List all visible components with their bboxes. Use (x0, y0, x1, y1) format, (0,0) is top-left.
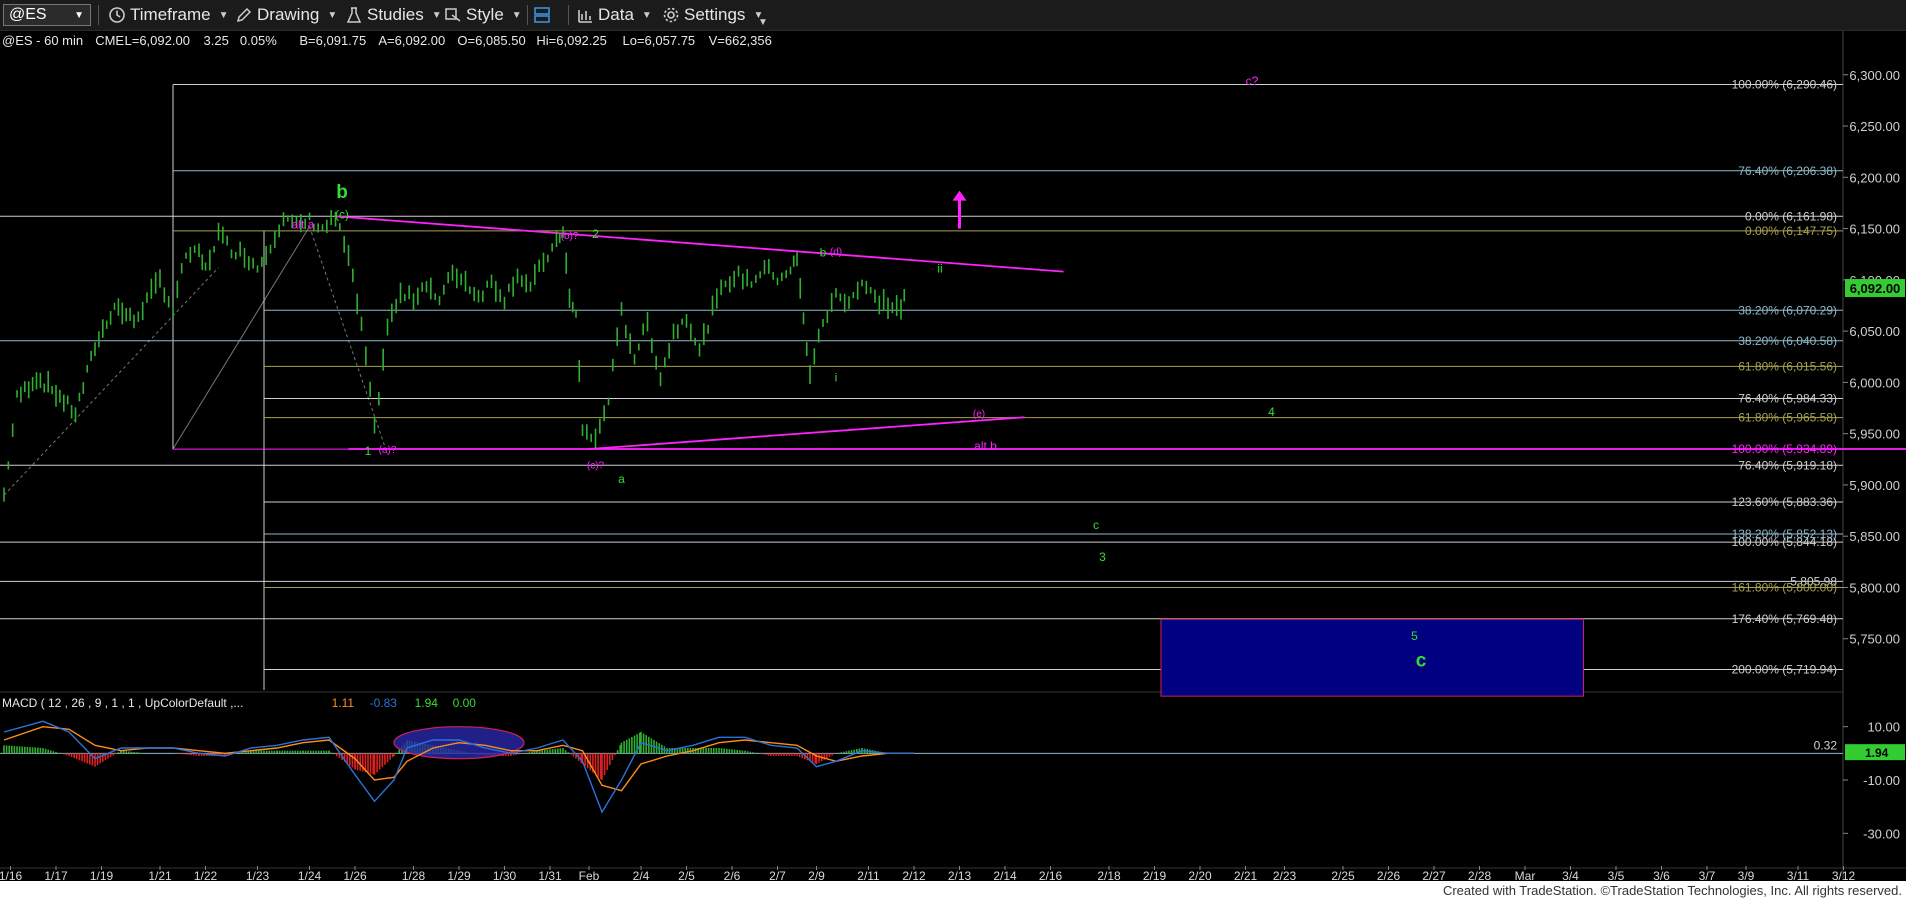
y-tick-label: 5,800.00 (1849, 580, 1900, 595)
chart-area[interactable]: @ES - 60 min CME L=6,092.00 3.25 0.05% B=6,09… (0, 0, 1906, 900)
wave-label: b (336, 182, 348, 203)
fib-level-label: 176.40% (5,769.48) (1732, 612, 1837, 626)
wave-label: (d) (830, 247, 842, 258)
wave-label: (c) (335, 207, 349, 221)
wave-label: ii (937, 262, 942, 276)
macd-readout: -0.83 (370, 696, 398, 710)
chart-header-field: B=6,091.75 (299, 33, 366, 48)
macd-ref-label: 0.32 (1814, 739, 1838, 753)
fib-level-label: 61.80% (5,965.58) (1738, 411, 1837, 425)
wave-label: (a)? (379, 445, 397, 456)
wave-label: a (618, 472, 625, 486)
y-tick-label: 6,050.00 (1849, 324, 1900, 339)
wave-label: i (835, 370, 838, 384)
copyright-text: Created with TradeStation. ©TradeStation… (1442, 883, 1902, 898)
wave-label: 1 (365, 444, 372, 458)
macd-title: MACD ( 12 , 26 , 9 , 1 , 1 , UpColorDefa… (2, 696, 243, 710)
target-box (1160, 618, 1584, 697)
wave-label: (e) (973, 409, 985, 420)
last-price-label: 6,092.00 (1850, 281, 1901, 296)
chart-header-field: 0.05% (240, 33, 277, 48)
y-tick-label: 6,250.00 (1849, 119, 1900, 134)
macd-readout: 1.11 (332, 696, 355, 710)
chart-header-field: V=662,356 (709, 33, 772, 48)
y-tick-label: 6,200.00 (1849, 170, 1900, 185)
fib-level-label: 76.40% (5,919.18) (1738, 458, 1837, 472)
fib-level-label: 161.80% (5,800.00) (1732, 580, 1837, 594)
wave-label: 5 (1411, 629, 1418, 643)
chart-header-field: Lo=6,057.75 (623, 33, 696, 48)
macd-y-tick-label: 10.00 (1867, 720, 1900, 735)
fib-level-label: 123.60% (5,883.36) (1732, 495, 1837, 509)
wave-label: 2 (592, 227, 599, 241)
macd-y-tick-label: -10.00 (1863, 773, 1900, 788)
chart-header-field: L=6,092.00 (125, 33, 190, 48)
y-tick-label: 5,750.00 (1849, 632, 1900, 647)
chart-header-field: @ES - 60 min (2, 33, 83, 48)
wave-label: alt a (292, 218, 315, 232)
fib-level-label: 61.80% (6,015.56) (1738, 359, 1837, 373)
fib-level-label: 100.00% (6,290.46) (1732, 78, 1837, 92)
fib-level-label: 76.40% (5,984.33) (1738, 391, 1837, 405)
y-tick-label: 5,850.00 (1849, 529, 1900, 544)
fib-level-label: 0.00% (6,147.75) (1745, 224, 1837, 238)
y-tick-label: 6,300.00 (1849, 68, 1900, 83)
fib-level-label: 38.20% (6,040.58) (1738, 334, 1837, 348)
wave-label: (b)? (561, 231, 579, 242)
fib-level-label: 100.00% (5,844.18) (1732, 535, 1837, 549)
macd-last-label: 1.94 (1865, 746, 1889, 760)
chart-header-field: Hi=6,092.25 (536, 33, 606, 48)
wave-label: (c)? (587, 461, 605, 472)
wave-label: 3 (1099, 550, 1106, 564)
fib-level-label: 76.40% (6,206.38) (1738, 164, 1837, 178)
fib-level-label: 38.20% (6,070.29) (1738, 303, 1837, 317)
wave-label: b (820, 245, 827, 259)
fib-level-label: 200.00% (5,719.94) (1732, 663, 1837, 677)
y-tick-label: 5,900.00 (1849, 478, 1900, 493)
y-tick-label: 5,950.00 (1849, 427, 1900, 442)
wave-label: c? (1246, 74, 1259, 88)
macd-readout: 1.94 (415, 696, 439, 710)
wave-label: c (1416, 650, 1427, 671)
fib-level-label: 0.00% (6,161.98) (1745, 209, 1837, 223)
macd-readout: 0.00 (453, 696, 477, 710)
y-tick-label: 6,000.00 (1849, 375, 1900, 390)
macd-y-tick-label: -30.00 (1863, 826, 1900, 841)
chart-header-field: A=6,092.00 (378, 33, 445, 48)
chart-header-field: O=6,085.50 (457, 33, 525, 48)
wave-label: 4 (1268, 405, 1275, 419)
wave-label: alt b (974, 439, 997, 453)
wave-label: c (1093, 518, 1099, 532)
chart-header-field: 3.25 (204, 33, 229, 48)
footer: Created with TradeStation. ©TradeStation… (0, 881, 1906, 900)
chart-header-field: CME (95, 33, 124, 48)
y-tick-label: 6,150.00 (1849, 222, 1900, 237)
